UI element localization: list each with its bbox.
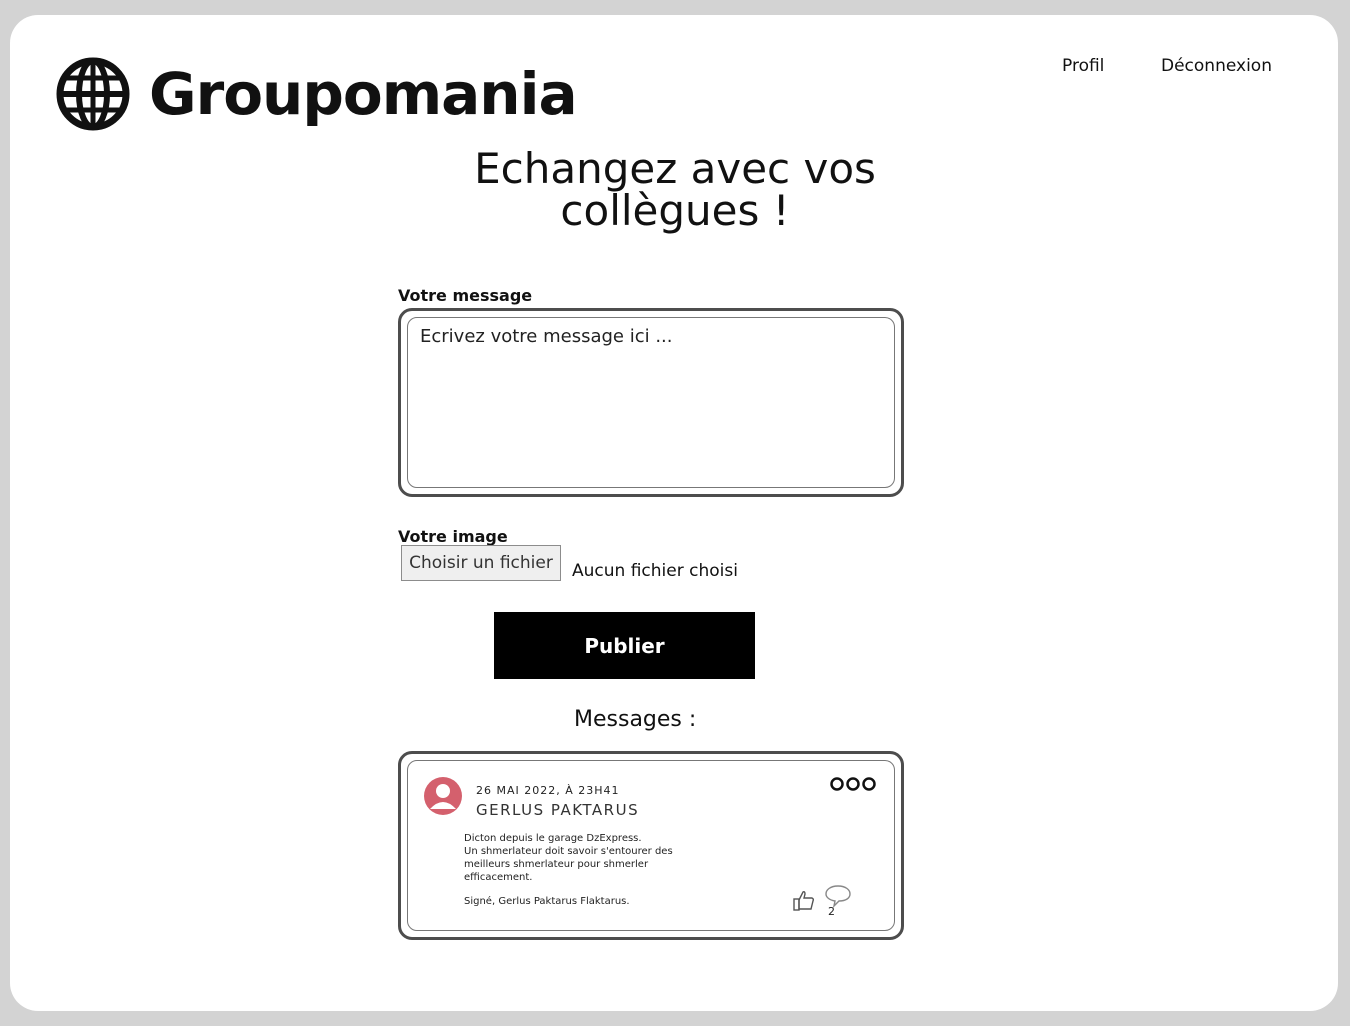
- message-textarea[interactable]: Ecrivez votre message ici ...: [407, 317, 895, 488]
- publish-button[interactable]: Publier: [494, 612, 755, 679]
- file-status-text: Aucun fichier choisi: [572, 561, 738, 581]
- app-logo[interactable]: Groupomania: [55, 56, 578, 132]
- thumbs-up-icon[interactable]: [792, 888, 816, 916]
- message-field-frame: Ecrivez votre message ici ...: [398, 308, 904, 497]
- messages-heading: Messages :: [574, 707, 697, 732]
- image-label: Votre image: [398, 527, 508, 546]
- nav-profile-link[interactable]: Profil: [1062, 56, 1104, 76]
- post-signature: Signé, Gerlus Paktarus Flaktarus.: [464, 896, 630, 907]
- app-name: Groupomania: [149, 60, 578, 128]
- nav-logout-link[interactable]: Déconnexion: [1161, 56, 1272, 76]
- page-title-line-1: Echangez avec vos: [474, 144, 876, 193]
- message-label: Votre message: [398, 286, 533, 305]
- post-author: GERLUS PAKTARUS: [476, 801, 640, 819]
- page-title: Echangez avec vos collègues !: [395, 148, 955, 232]
- post-body-line: Dicton depuis le garage DzExpress.: [464, 833, 642, 844]
- more-options-icon[interactable]: [830, 776, 876, 796]
- post-body-line: Un shmerlateur doit savoir s'entourer de…: [464, 846, 673, 883]
- post-date: 26 MAI 2022, À 23H41: [476, 784, 620, 797]
- user-avatar-icon[interactable]: [423, 776, 463, 820]
- post-body: Dicton depuis le garage DzExpress. Un sh…: [464, 832, 694, 884]
- comment-count: 2: [828, 905, 835, 918]
- page-title-line-2: collègues !: [560, 186, 790, 235]
- choose-file-button[interactable]: Choisir un fichier: [401, 545, 561, 581]
- globe-icon: [55, 56, 131, 132]
